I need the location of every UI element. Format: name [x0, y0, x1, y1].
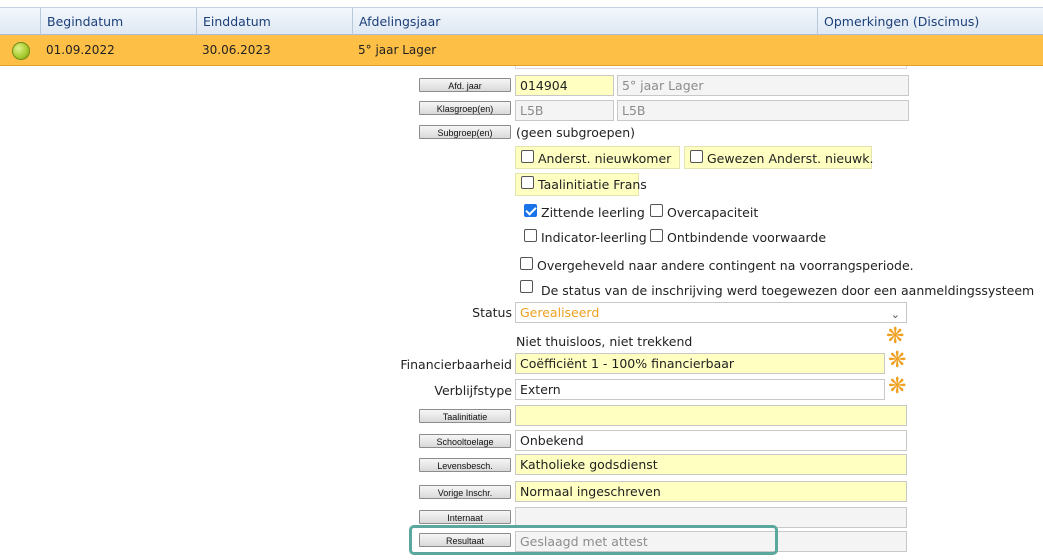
internaat-button[interactable]: Internaat — [419, 510, 511, 524]
anderst-nieuwkomer-label: Anderst. nieuwkomer — [538, 151, 672, 166]
vorige-inschr-button[interactable]: Vorige Inschr. — [419, 485, 511, 499]
overgeheveld-label: Overgeheveld naar andere contingent na v… — [537, 258, 914, 273]
afd-jaar-button[interactable]: Afd. jaar — [419, 78, 511, 92]
levensbesch-button[interactable]: Levensbesch. — [419, 458, 511, 472]
resultaat-focus-outline — [409, 525, 778, 555]
indicator-leerling-checkbox[interactable] — [524, 229, 537, 242]
overcapaciteit-label: Overcapaciteit — [667, 205, 759, 220]
aanmeldingssysteem-checkbox[interactable] — [520, 280, 533, 293]
cell-einddatum: 30.06.2023 — [202, 43, 271, 57]
detail-top-border — [515, 66, 907, 69]
financierbaarheid-field[interactable]: Coëfficiënt 1 - 100% financierbaar — [515, 353, 885, 374]
thuisloos-text: Niet thuisloos, niet trekkend — [516, 334, 693, 349]
column-header-opmerkingen[interactable]: Opmerkingen (Discimus) — [817, 8, 1043, 35]
column-header-einddatum[interactable]: Einddatum — [196, 8, 352, 35]
subgroep-text: (geen subgroepen) — [516, 125, 636, 140]
cell-begindatum: 01.09.2022 — [46, 43, 115, 57]
status-label: Status — [472, 305, 512, 320]
zittende-leerling-label: Zittende leerling — [541, 205, 645, 220]
aanmeldingssysteem-label: De status van de inschrijving werd toege… — [541, 283, 1035, 298]
chevron-down-icon[interactable]: ⌄ — [891, 305, 900, 322]
klasgroep-field: L5B — [515, 100, 614, 121]
afd-jaar-code-field[interactable]: 014904 — [515, 75, 614, 96]
gewezen-anderst-checkbox[interactable] — [690, 150, 703, 163]
indicator-leerling-label: Indicator-leerling — [541, 230, 647, 245]
taalinitiatie-frans-checkbox[interactable] — [521, 176, 534, 189]
grid-header: Begindatum Einddatum Afdelingsjaar Opmer… — [0, 7, 1043, 35]
asterisk-icon: ❋ — [886, 324, 905, 349]
schooltoelage-field[interactable]: Onbekend — [515, 430, 907, 451]
verblijfstype-label: Verblijfstype — [434, 383, 512, 398]
zittende-leerling-checkbox[interactable] — [524, 204, 537, 217]
klasgroep-button[interactable]: Klasgroep(en) — [419, 101, 511, 115]
afd-jaar-name-field: 5° jaar Lager — [617, 75, 909, 96]
gewezen-anderst-label: Gewezen Anderst. nieuwk. — [707, 151, 874, 166]
ontbindende-voorwaarde-checkbox[interactable] — [650, 229, 663, 242]
status-dot-icon — [12, 42, 30, 60]
overcapaciteit-checkbox[interactable] — [650, 204, 663, 217]
asterisk-icon: ❋ — [888, 374, 907, 399]
levensbesch-field[interactable]: Katholieke godsdienst — [515, 454, 907, 475]
verblijfstype-field[interactable]: Extern — [515, 379, 885, 400]
taalinitiatie-button[interactable]: Taalinitiatie — [419, 409, 511, 423]
table-row[interactable]: 01.09.2022 30.06.2023 5° jaar Lager — [0, 35, 1043, 66]
asterisk-icon: ❋ — [888, 348, 907, 373]
schooltoelage-button[interactable]: Schooltoelage — [419, 434, 511, 448]
cell-afdelingsjaar: 5° jaar Lager — [358, 43, 437, 57]
anderst-nieuwkomer-checkbox[interactable] — [521, 150, 534, 163]
status-select-value: Gerealiseerd — [520, 305, 600, 320]
column-header-begindatum[interactable]: Begindatum — [40, 8, 196, 35]
column-header-afdelingsjaar[interactable]: Afdelingsjaar — [352, 8, 817, 35]
subgroep-button[interactable]: Subgroep(en) — [419, 125, 511, 139]
overgeheveld-checkbox[interactable] — [520, 257, 533, 270]
ontbindende-voorwaarde-label: Ontbindende voorwaarde — [667, 230, 827, 245]
vorige-inschr-field[interactable]: Normaal ingeschreven — [515, 481, 907, 502]
taalinitiatie-frans-label: Taalinitiatie Frans — [538, 177, 647, 192]
taalinitiatie-field[interactable] — [515, 405, 907, 426]
column-header-select[interactable] — [0, 8, 40, 35]
status-select[interactable]: Gerealiseerd ⌄ — [515, 302, 907, 323]
klasgroep-name-field: L5B — [617, 100, 909, 121]
financierbaarheid-label: Financierbaarheid — [400, 357, 512, 372]
